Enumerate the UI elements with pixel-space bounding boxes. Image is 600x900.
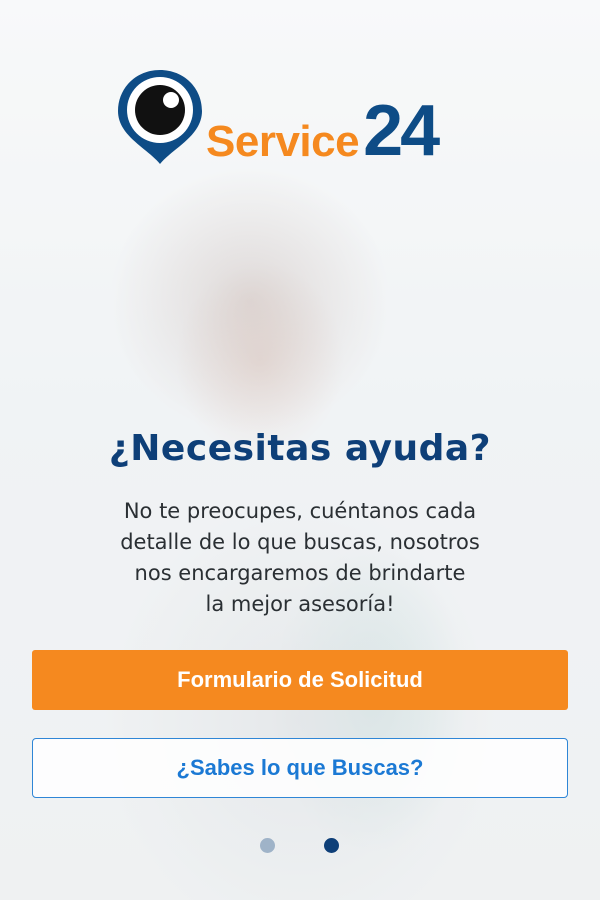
logo-service-text: Service xyxy=(206,117,360,166)
request-form-button[interactable]: Formulario de Solicitud xyxy=(32,650,568,710)
know-what-you-need-button[interactable]: ¿Sabes lo que Buscas? xyxy=(32,738,568,798)
logo-number-text: 24 xyxy=(363,91,440,172)
description-line: detalle de lo que buscas, nosotros xyxy=(120,530,480,554)
page-title: ¿Necesitas ayuda? xyxy=(108,428,492,469)
onboarding-screen: Service 24 ¿Necesitas ayuda? No te preoc… xyxy=(0,0,600,900)
location-pin-eye-icon xyxy=(118,70,202,164)
page-dot-1[interactable] xyxy=(260,838,275,853)
page-indicator xyxy=(0,838,600,854)
description-line: nos encargaremos de brindarte xyxy=(134,561,466,585)
service24-logo: Service 24 xyxy=(114,66,494,172)
description-line: la mejor asesoría! xyxy=(205,592,395,616)
logo-wordmark: Service 24 xyxy=(206,91,440,172)
page-dot-2-active[interactable] xyxy=(324,838,339,853)
description-line: No te preocupes, cuéntanos cada xyxy=(123,499,477,523)
description-text: No te preocupes, cuéntanos cada detalle … xyxy=(100,496,500,620)
